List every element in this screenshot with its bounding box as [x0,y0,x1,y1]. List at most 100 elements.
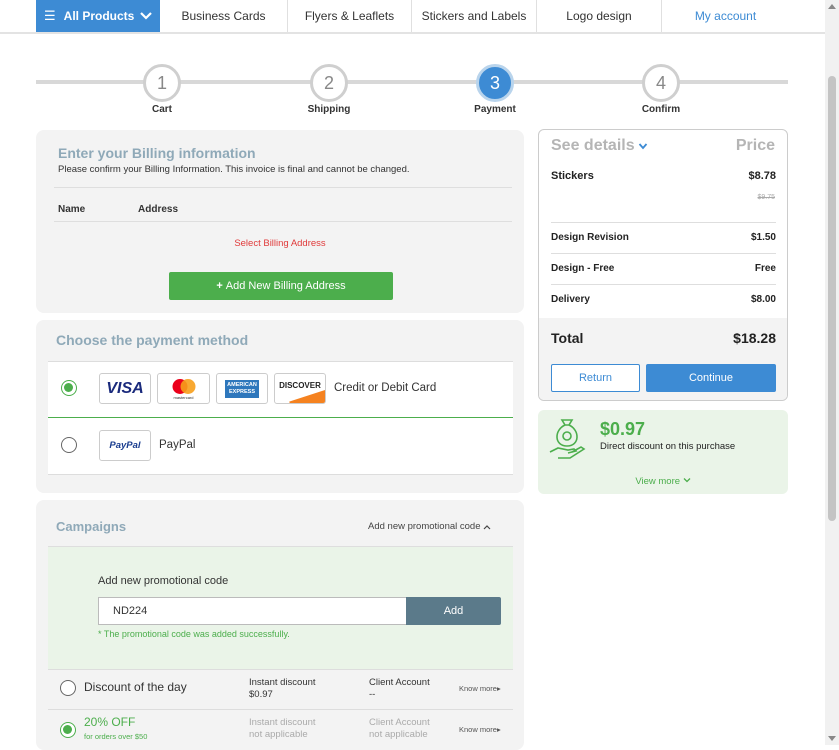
step-1-label: Cart [151,104,172,115]
billing-title: Enter your Billing information [58,145,256,161]
money-hand-icon [549,419,586,459]
mastercard-logo-text: mastercard [173,394,194,400]
divider [48,546,513,547]
instant-discount-value: $0.97 [249,689,273,700]
client-account-value: not applicable [369,729,428,740]
view-more-link[interactable]: View more [538,476,788,487]
discount-text: Direct discount on this purchase [600,441,736,452]
summary-item-label: Stickers [551,170,594,182]
campaign-radio[interactable] [60,680,76,696]
select-billing-address-prompt: Select Billing Address [234,238,326,249]
scrollbar-thumb[interactable] [828,76,836,521]
summary-item-design-free: Design - Free Free [551,263,776,274]
chevron-down-icon [638,143,647,150]
nav-tab-label: My account [694,9,757,23]
summary-item-value: $8.78 [748,170,776,182]
campaign-name: 20% OFF [84,715,136,729]
campaign-radio[interactable] [60,722,76,738]
summary-item-label: Delivery [551,294,590,305]
price-header: Price [735,137,775,154]
page-scrollbar[interactable] [825,0,839,745]
continue-button[interactable]: Continue [646,364,776,392]
discover-logo-icon: DISCOVER [274,373,326,404]
step-2-circle: 2 [310,64,348,102]
total-value: $18.28 [733,330,776,346]
amex-logo-text: AMERICAN EXPRESS [225,379,259,398]
promo-code-input[interactable] [98,597,407,625]
chevron-down-icon [140,12,152,20]
discount-amount: $0.97 [600,419,646,439]
step-4-label: Confirm [641,104,681,115]
promo-add-button[interactable]: Add [406,597,501,625]
paypal-logo-text: PayPal [109,440,141,451]
card-option-label: Credit or Debit Card [334,382,437,394]
nav-tab-logo-design[interactable]: Logo design [537,0,662,32]
visa-logo-text: VISA [106,379,144,397]
add-billing-address-label: Add New Billing Address [225,280,346,292]
return-button[interactable]: Return [551,364,640,392]
add-promo-toggle[interactable]: Add new promotional code [368,521,491,532]
all-products-label: All Products [63,9,135,23]
divider [551,253,776,254]
nav-tab-label: Logo design [566,9,632,23]
add-billing-address-button[interactable]: + Add New Billing Address [169,272,393,300]
summary-item-value: $1.50 [750,232,776,243]
divider [551,284,776,285]
step-2-label: Shipping [307,104,351,115]
instant-discount-label: Instant discount [249,677,316,688]
paypal-radio[interactable] [61,437,77,453]
discount-card: $0.97 Direct discount on this purchase V… [538,410,788,494]
client-account-label: Client Account [369,717,430,728]
see-details-toggle[interactable]: See details [551,137,648,155]
nav-tab-my-account[interactable]: My account [662,0,789,32]
nav-tab-label: Stickers and Labels [421,9,527,23]
know-more-label: Know more [459,684,497,693]
campaign-name: Discount of the day [84,680,187,694]
scroll-up-arrow-icon[interactable] [828,3,836,9]
step-3-label: Payment [474,104,516,115]
discover-stripe [289,389,325,403]
billing-subtitle: Please confirm your Billing Information.… [58,164,410,175]
divider [54,187,512,188]
client-account-label: Client Account [369,677,430,688]
know-more-link[interactable]: Know more▸ [459,684,501,693]
mastercard-logo-icon: mastercard [157,373,210,404]
scroll-down-arrow-icon[interactable] [828,736,836,742]
billing-col-name: Name [58,204,86,215]
step-3-circle: 3 [476,64,514,102]
summary-item-value: $8.00 [750,294,776,305]
payment-title: Choose the payment method [56,332,249,348]
mastercard-circles-icon [172,378,195,394]
card-radio[interactable] [61,380,77,396]
client-account-value: -- [369,689,376,700]
paypal-logo-icon: PayPal [99,430,151,461]
add-promo-toggle-label: Add new promotional code [368,521,481,532]
summary-item-value: Free [754,263,776,274]
instant-discount-label: Instant discount [249,717,316,728]
total-label: Total [551,330,584,346]
nav-tab-label: Business Cards [181,9,266,23]
discover-logo-text: DISCOVER [279,381,321,390]
nav-tab-stickers-labels[interactable]: Stickers and Labels [412,0,537,32]
promo-code-label: Add new promotional code [98,575,229,587]
hamburger-icon: ☰ [44,8,56,23]
top-navigation: ☰ All Products Business Cards Flyers & L… [0,0,825,34]
summary-item-stickers: Stickers $8.78 [551,170,776,182]
nav-tab-flyers-leaflets[interactable]: Flyers & Leaflets [288,0,412,32]
summary-item-design-revision: Design Revision $1.50 [551,232,776,243]
summary-item-label: Design Revision [551,232,629,243]
step-4-circle: 4 [642,64,680,102]
nav-tab-label: Flyers & Leaflets [304,9,395,23]
chevron-up-icon [483,524,490,529]
know-more-link[interactable]: Know more▸ [459,725,501,734]
campaign-sub: for orders over $50 [84,732,148,741]
chevron-down-icon [683,478,691,483]
summary-item-delivery: Delivery $8.00 [551,294,776,305]
paypal-option-label: PayPal [159,439,196,451]
summary-item-label: Design - Free [551,263,615,274]
nav-tab-business-cards[interactable]: Business Cards [160,0,288,32]
campaigns-title: Campaigns [56,519,127,534]
billing-col-address: Address [138,204,179,215]
see-details-label: See details [551,137,635,154]
all-products-menu-button[interactable]: ☰ All Products [36,0,160,32]
